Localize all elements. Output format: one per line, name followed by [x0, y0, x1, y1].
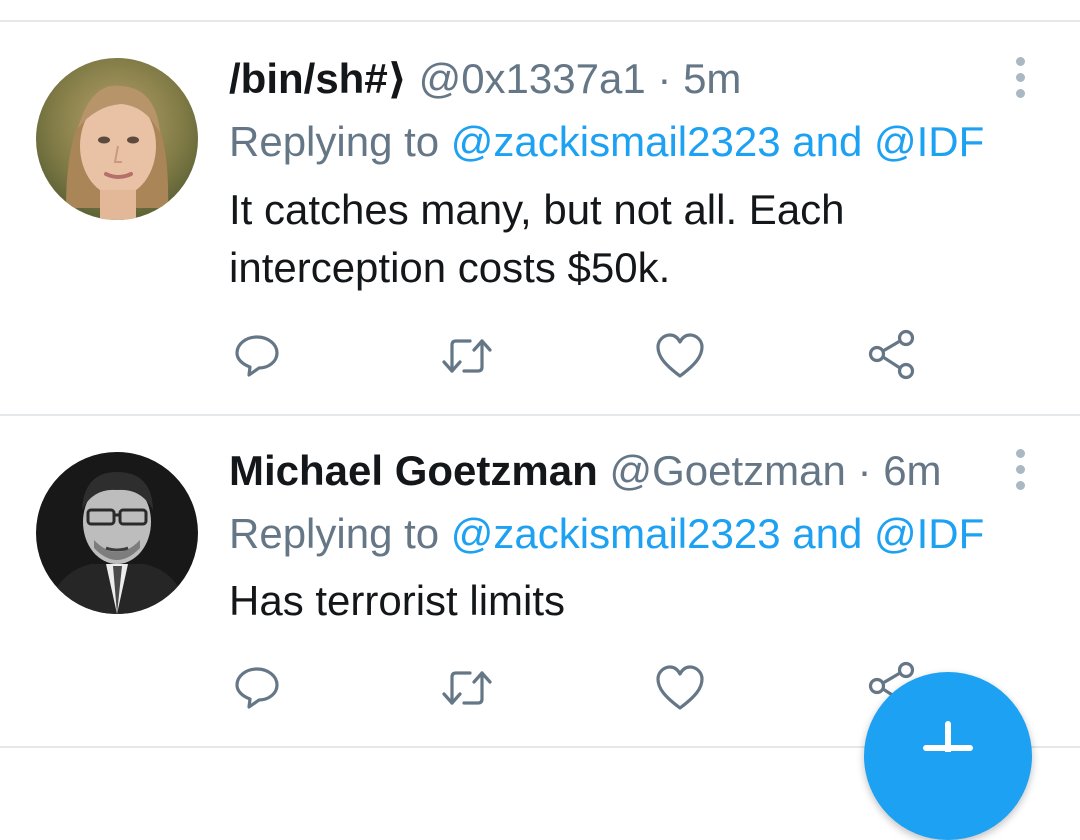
tweet-text: Has terrorist limits	[229, 577, 566, 624]
mention-link[interactable]: @IDF	[874, 118, 984, 165]
reply-icon[interactable]	[229, 326, 285, 382]
replying-to: Replying to @zackismail2323 and @IDF	[229, 117, 984, 167]
handle[interactable]: @0x1337a1	[419, 55, 646, 102]
display-name[interactable]: Michael Goetzman	[229, 447, 598, 494]
compose-plus-icon	[923, 721, 973, 752]
like-icon[interactable]	[652, 660, 708, 716]
retweet-icon[interactable]	[439, 660, 495, 716]
more-options-icon[interactable]	[1004, 444, 1036, 494]
more-options-icon[interactable]	[1004, 52, 1036, 102]
tweet-text: It catches many, but not all. Each inter…	[229, 186, 845, 291]
avatar[interactable]	[36, 452, 198, 614]
tweet-header: Michael Goetzman @Goetzman · 6m	[229, 446, 942, 496]
mention-link[interactable]: @zackismail2323	[451, 118, 781, 165]
timestamp[interactable]: 5m	[683, 55, 741, 102]
replying-prefix: Replying to	[229, 118, 440, 165]
tweet-header: /bin/sh#⟩ @0x1337a1 · 5m	[229, 54, 741, 104]
reply-and[interactable]: and	[792, 118, 862, 165]
timestamp[interactable]: 6m	[883, 447, 941, 494]
like-icon[interactable]	[652, 328, 708, 384]
replying-prefix: Replying to	[229, 510, 440, 557]
compose-button[interactable]	[864, 672, 1032, 840]
reply-and[interactable]: and	[792, 510, 862, 557]
display-name[interactable]: /bin/sh#⟩	[229, 55, 407, 102]
share-icon[interactable]	[864, 326, 920, 382]
mention-link[interactable]: @zackismail2323	[451, 510, 781, 557]
separator: ·	[857, 447, 872, 494]
separator: ·	[657, 55, 672, 102]
retweet-icon[interactable]	[439, 328, 495, 384]
avatar[interactable]	[36, 58, 198, 220]
reply-icon[interactable]	[229, 658, 285, 714]
handle[interactable]: @Goetzman	[609, 447, 845, 494]
tweet-item[interactable]: /bin/sh#⟩ @0x1337a1 · 5m Replying to @za…	[0, 0, 1080, 414]
replying-to: Replying to @zackismail2323 and @IDF	[229, 509, 984, 559]
mention-link[interactable]: @IDF	[874, 510, 984, 557]
